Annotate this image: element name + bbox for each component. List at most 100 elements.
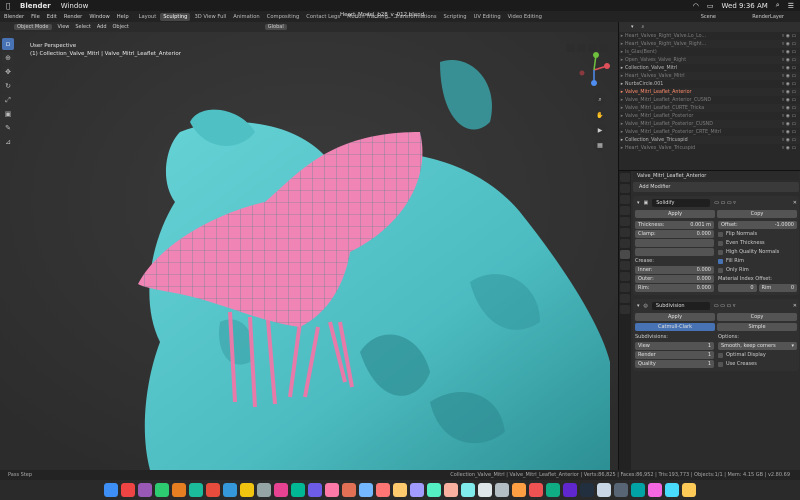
dock-app-icon[interactable] <box>376 483 390 497</box>
visibility-icons[interactable]: ▿ ◉ ▭ <box>782 34 796 39</box>
workspace-tab[interactable]: Sculpting <box>160 12 191 21</box>
outliner-row[interactable]: ▸ Valve_Mitrl_Leaflet_Posterior_CRTE_Mitr… <box>619 128 800 136</box>
dock-app-icon[interactable] <box>308 483 322 497</box>
dock-app-icon[interactable] <box>223 483 237 497</box>
menu-select[interactable]: Select <box>75 24 90 30</box>
subdivision-apply-button[interactable]: Apply <box>635 313 715 321</box>
constraints-tab-icon[interactable] <box>620 283 630 292</box>
visibility-icons[interactable]: ▿ ◉ ▭ <box>782 90 796 95</box>
visibility-icons[interactable]: ▿ ◉ ▭ <box>782 146 796 151</box>
collapse-icon[interactable]: ▾ <box>637 200 640 206</box>
vertex-group-field[interactable] <box>635 239 714 247</box>
visibility-icons[interactable]: ▿ ◉ ▭ <box>782 122 796 127</box>
workspace-tab[interactable]: Contact Legs <box>303 13 343 21</box>
only-rim-checkbox[interactable]: Only Rim <box>718 266 797 274</box>
modifier-visibility-icons[interactable]: ▭ ▭ ▭ ▿ <box>714 200 735 206</box>
dock-app-icon[interactable] <box>461 483 475 497</box>
quality-field[interactable]: Quality 1 <box>635 360 714 368</box>
modifier-visibility-icons[interactable]: ▭ ▭ ▭ ▿ <box>714 303 735 309</box>
dock-app-icon[interactable] <box>478 483 492 497</box>
grid-icon[interactable]: ▦ <box>594 139 606 151</box>
view-layer-tab-icon[interactable] <box>620 206 630 215</box>
modifier-tab-icon[interactable] <box>620 250 630 259</box>
flip-normals-checkbox[interactable]: Flip Normals <box>718 230 797 238</box>
output-tab-icon[interactable] <box>620 195 630 204</box>
transform-tool-icon[interactable]: ▣ <box>2 108 14 120</box>
outliner-row[interactable]: ▸ Valve_Mitrl_Leaflet_Anterior_CUSND ▿ ◉ ▭ <box>619 96 800 104</box>
outliner-row[interactable]: ▸ Valve_Mitrl_Leaflet_CURTE_Tricka ▿ ◉ ▭ <box>619 104 800 112</box>
crease-inner-field[interactable]: Inner: 0.000 <box>635 266 714 274</box>
outliner-row[interactable]: ▸ Heart_Valves_Right_Valve.Lo_Lo... ▿ ◉ ▭ <box>619 32 800 40</box>
remove-modifier-icon[interactable]: ✕ <box>793 303 797 309</box>
outliner-row[interactable]: ▸ Valve_Mitrl_Leaflet_Anterior ▿ ◉ ▭ <box>619 88 800 96</box>
outliner-row[interactable]: ▸ NurbsCircle.001 ▿ ◉ ▭ <box>619 80 800 88</box>
workspace-tab[interactable]: UV Editing <box>471 13 504 21</box>
solidify-copy-button[interactable]: Copy <box>717 210 797 218</box>
3d-viewport[interactable]: Object Mode View Select Add Object Globa… <box>0 22 618 470</box>
outliner-row[interactable]: ▸ Heart_Valves_Right_Valve_Right... ▿ ◉ ▭ <box>619 40 800 48</box>
visibility-icons[interactable]: ▿ ◉ ▭ <box>782 106 796 111</box>
dock-app-icon[interactable] <box>580 483 594 497</box>
material-index-field[interactable]: 0 <box>718 284 757 292</box>
dock-app-icon[interactable] <box>444 483 458 497</box>
menu-help[interactable]: Help <box>117 14 129 20</box>
solidify-name-field[interactable]: Solidify <box>652 199 711 207</box>
menu-render[interactable]: Render <box>64 14 82 20</box>
crease-outer-field[interactable]: Outer: 0.000 <box>635 275 714 283</box>
particles-tab-icon[interactable] <box>620 261 630 270</box>
world-tab-icon[interactable] <box>620 228 630 237</box>
factor-field[interactable] <box>635 248 714 256</box>
menu-view[interactable]: View <box>58 24 70 30</box>
mode-selector[interactable]: Object Mode <box>14 24 52 30</box>
visibility-icons[interactable]: ▿ ◉ ▭ <box>782 50 796 55</box>
levels-render-field[interactable]: Render 1 <box>635 351 714 359</box>
visibility-icons[interactable]: ▿ ◉ ▭ <box>782 66 796 71</box>
thickness-field[interactable]: Thickness: 0.001 m <box>635 221 714 229</box>
use-creases-checkbox[interactable]: Use Creases <box>718 360 797 368</box>
uv-smooth-dropdown[interactable]: Smooth, keep corners ▾ <box>718 342 797 350</box>
menu-file[interactable]: File <box>31 14 40 20</box>
outliner-row[interactable]: ▸ Is_Glas(Bent) ▿ ◉ ▭ <box>619 48 800 56</box>
outliner-row[interactable]: ▸ Collection_Valve_Mitrl ▿ ◉ ▭ <box>619 64 800 72</box>
even-thickness-checkbox[interactable]: Even Thickness <box>718 239 797 247</box>
apple-icon[interactable]:  <box>6 2 14 10</box>
menu-object[interactable]: Object <box>113 24 129 30</box>
dock-app-icon[interactable] <box>291 483 305 497</box>
search-icon[interactable]: ⌕ <box>776 1 780 10</box>
collapse-icon[interactable]: ▾ <box>637 303 640 309</box>
simple-toggle[interactable]: Simple <box>717 323 797 331</box>
scene-tab-icon[interactable] <box>620 217 630 226</box>
workspace-tab[interactable]: Scripting <box>441 13 470 21</box>
levels-view-field[interactable]: View 1 <box>635 342 714 350</box>
visibility-icons[interactable]: ▿ ◉ ▭ <box>782 98 796 103</box>
dock-app-icon[interactable] <box>410 483 424 497</box>
wifi-icon[interactable]: ◠ <box>693 2 699 10</box>
menu-add[interactable]: Add <box>97 24 107 30</box>
dock-app-icon[interactable] <box>682 483 696 497</box>
fill-rim-checkbox[interactable]: Fill Rim <box>718 257 797 265</box>
battery-icon[interactable]: ▭ <box>707 2 714 10</box>
render-layer-selector[interactable]: RenderLayer <box>752 14 784 20</box>
dock-app-icon[interactable] <box>155 483 169 497</box>
dock-app-icon[interactable] <box>325 483 339 497</box>
data-tab-icon[interactable] <box>620 294 630 303</box>
dock-app-icon[interactable] <box>614 483 628 497</box>
clock[interactable]: Wed 9:36 AM <box>722 2 768 10</box>
outliner-row[interactable]: ▸ Valve_Mitrl_Leaflet_Posterior ▿ ◉ ▭ <box>619 112 800 120</box>
object-tab-icon[interactable] <box>620 239 630 248</box>
workspace-tab[interactable]: Animation <box>230 13 262 21</box>
dock-app-icon[interactable] <box>274 483 288 497</box>
outliner-row[interactable]: ▸ Valve_Mitrl_Leaflet_Posterior_CUSND ▿ ◉ … <box>619 120 800 128</box>
dock-app-icon[interactable] <box>104 483 118 497</box>
menu-list-icon[interactable]: ☰ <box>788 2 794 10</box>
dock-app-icon[interactable] <box>359 483 373 497</box>
outliner-row[interactable]: ▸ Open_Valves_Valve_Right ▿ ◉ ▭ <box>619 56 800 64</box>
visibility-icons[interactable]: ▿ ◉ ▭ <box>782 130 796 135</box>
zoom-icon[interactable]: ⌕ <box>594 94 606 106</box>
dock-app-icon[interactable] <box>631 483 645 497</box>
dock-app-icon[interactable] <box>342 483 356 497</box>
dock-app-icon[interactable] <box>512 483 526 497</box>
cursor-tool-icon[interactable]: ⊕ <box>2 52 14 64</box>
offset-field[interactable]: Offset: -1.0000 <box>718 221 797 229</box>
move-tool-icon[interactable]: ✥ <box>2 66 14 78</box>
